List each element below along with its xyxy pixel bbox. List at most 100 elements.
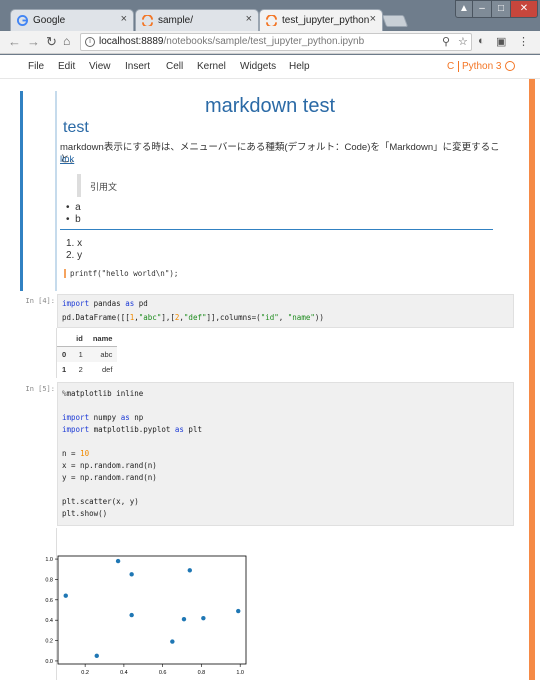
tab-test-jupyter-python[interactable]: test_jupyter_python × [259, 9, 383, 31]
scatter-point [63, 593, 68, 598]
y-tick-label: 0.2 [45, 639, 53, 645]
back-icon[interactable]: ← [8, 34, 21, 49]
tab-sample[interactable]: sample/ × [135, 9, 259, 31]
reload-icon[interactable]: ↻ [46, 34, 57, 50]
code-line: plt.show() [62, 509, 108, 518]
y-tick-label: 0.4 [45, 618, 53, 624]
google-icon [17, 15, 28, 26]
bullet-list: • a • b [66, 202, 81, 226]
markdown-cell[interactable]: markdown test test markdown表示にする時は、メニューバ… [20, 91, 515, 291]
code-line: pd.DataFrame([[1,"abc"],[2,"def"]],colum… [62, 313, 324, 322]
menu-file[interactable]: File [28, 61, 44, 72]
kernel-indicator-icon [505, 61, 515, 71]
menu-icon[interactable]: ⋮ [518, 35, 529, 48]
column-header: name [87, 331, 118, 347]
markdown-h2: test [63, 119, 89, 136]
close-window-button[interactable]: ✕ [510, 0, 538, 18]
scatter-point [115, 558, 121, 564]
scatter-point [236, 608, 241, 614]
menu-kernel[interactable]: Kernel [197, 61, 226, 72]
jupyter-icon [266, 15, 277, 26]
kernel-name[interactable]: Python 3 [458, 61, 501, 72]
row-index: 1 [62, 365, 67, 374]
star-icon[interactable]: ☆ [458, 35, 468, 48]
list-item: • a [66, 202, 81, 213]
scatter-point [181, 616, 187, 622]
ordered-list: 1. x 2. y [66, 238, 82, 262]
code-line: %matplotlib inline [62, 389, 144, 398]
list-item-text: b [75, 214, 81, 225]
code-line: n = 10 [62, 449, 90, 458]
extension-icon[interactable]: ◐ [478, 35, 485, 47]
menu-insert[interactable]: Insert [125, 61, 150, 72]
scatter-point [129, 612, 134, 618]
new-tab-button[interactable] [381, 15, 409, 27]
menu-edit[interactable]: Edit [58, 61, 75, 72]
scatter-point [201, 615, 206, 621]
menu-help[interactable]: Help [289, 61, 310, 72]
extension-icon[interactable]: ▣ [496, 35, 506, 48]
code-cell-input[interactable]: import pandas as pd pd.DataFrame([[1,"ab… [57, 294, 514, 328]
x-tick-label: 0.6 [159, 670, 167, 676]
list-item: • b [66, 214, 81, 225]
table-cell: 2 [78, 365, 83, 374]
profile-icon[interactable]: ▲ [455, 0, 473, 18]
list-item-text: x [77, 238, 83, 249]
markdown-link[interactable]: link [60, 154, 74, 165]
maximize-button[interactable]: □ [491, 0, 511, 18]
blockquote-bar [77, 174, 81, 197]
menu-cell[interactable]: Cell [166, 61, 183, 72]
menu-widgets[interactable]: Widgets [240, 61, 276, 72]
tab-title: Google [33, 15, 66, 26]
menu-view[interactable]: View [89, 61, 111, 72]
code-line: y = np.random.rand(n) [62, 473, 157, 482]
y-tick-label: 0.8 [45, 577, 53, 583]
markdown-h1: markdown test [204, 95, 336, 117]
dataframe-output: id name 0 1 abc 1 2 def [57, 331, 118, 377]
tab-title: test_jupyter_python [282, 15, 370, 26]
table-row: 0 1 abc [57, 346, 118, 362]
url-input[interactable]: i localhost:8889/notebooks/sample/test_j… [80, 33, 472, 51]
window-titlebar: Google × sample/ × test_jupyter_python ×… [0, 0, 540, 31]
cell-selection-bar [20, 91, 23, 291]
home-icon[interactable]: ⌂ [63, 34, 70, 48]
info-icon[interactable]: i [85, 37, 95, 47]
close-icon[interactable]: × [121, 13, 127, 25]
code-line: x = np.random.rand(n) [62, 461, 157, 470]
scatter-point [129, 572, 134, 577]
blockquote-text: 引用文 [90, 182, 118, 192]
scatter-plot: 0.2 0.4 0.6 0.8 1.0 0.0 0.2 0.4 0.6 0.8 1.0 [45, 555, 247, 676]
code-cell-input[interactable]: %matplotlib inline import numpy as np im… [57, 382, 514, 526]
column-header [57, 331, 72, 347]
tab-title: sample/ [158, 15, 194, 26]
address-bar: ← → ↻ ⌂ i localhost:8889/notebooks/sampl… [0, 31, 540, 54]
table-cell: abc [100, 350, 113, 359]
search-icon[interactable]: ⚲ [442, 35, 450, 48]
inline-code-block: printf("hello world\n"); [64, 269, 178, 278]
url-path: /notebooks/sample/test_jupyter_python.ip… [163, 36, 365, 47]
x-tick-label: 0.4 [120, 670, 128, 676]
forward-icon[interactable]: → [27, 34, 40, 49]
kernel-status: C [447, 61, 455, 72]
cell-prompt: In [5]: [25, 385, 55, 393]
x-tick-label: 0.2 [81, 670, 89, 676]
x-tick-label: 1.0 [236, 670, 244, 676]
y-tick-label: 0.0 [45, 659, 53, 665]
menubar: File Edit View Insert Cell Kernel Widget… [0, 55, 540, 79]
scatter-point [170, 639, 175, 644]
code-line: import pandas as pd [62, 299, 148, 308]
table-header-row: id name [57, 331, 118, 347]
scrollbar-thumb[interactable] [529, 79, 535, 680]
scatter-point [187, 568, 192, 573]
code-line: import numpy as np [62, 413, 144, 422]
x-tick-label: 0.8 [198, 670, 206, 676]
close-icon[interactable]: × [370, 13, 376, 25]
list-item: 1. x [66, 238, 83, 249]
row-index: 0 [62, 350, 67, 359]
list-item-text: a [75, 202, 81, 213]
minimize-button[interactable]: – [472, 0, 492, 18]
close-icon[interactable]: × [246, 13, 252, 25]
cell-prompt: In [4]: [25, 297, 55, 305]
tab-google[interactable]: Google × [10, 9, 134, 31]
cell-edit-bar [55, 91, 57, 291]
